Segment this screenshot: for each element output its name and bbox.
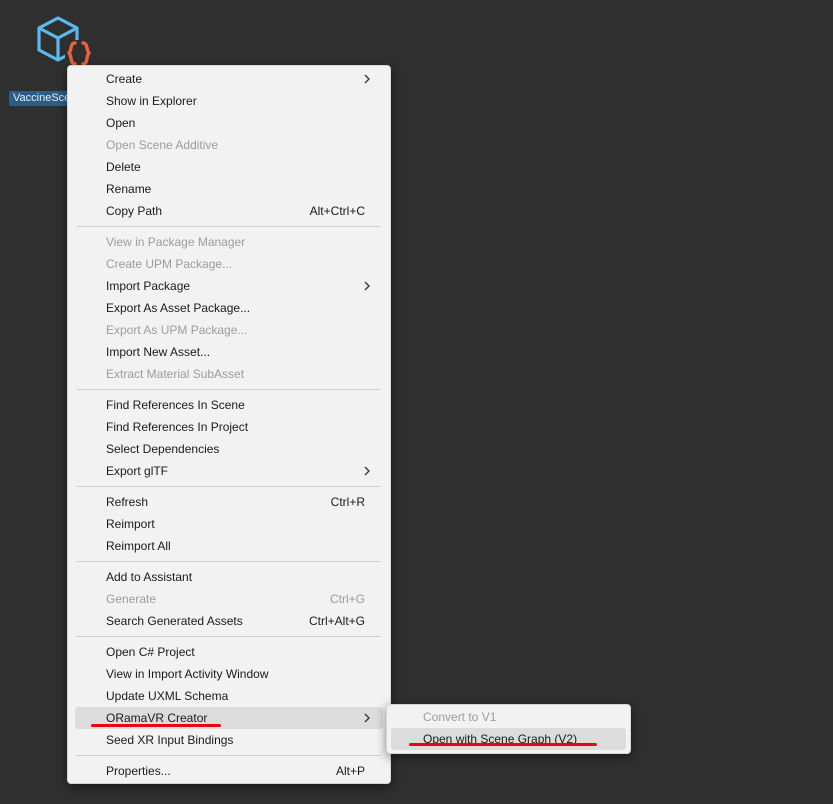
menu-item-reimport-all[interactable]: Reimport All xyxy=(75,535,383,557)
chevron-right-icon xyxy=(364,74,370,84)
menu-item-seed-xr-input-bindings[interactable]: Seed XR Input Bindings xyxy=(75,729,383,751)
menu-item-view-in-import-activity-window[interactable]: View in Import Activity Window xyxy=(75,663,383,685)
menu-item-label: Import New Asset... xyxy=(106,345,211,359)
menu-item-select-dependencies[interactable]: Select Dependencies xyxy=(75,438,383,460)
menu-item-export-as-upm-package: Export As UPM Package... xyxy=(75,319,383,341)
menu-item-open[interactable]: Open xyxy=(75,112,383,134)
menu-item-find-references-in-project[interactable]: Find References In Project xyxy=(75,416,383,438)
menu-separator xyxy=(77,636,381,637)
menu-item-refresh[interactable]: Refresh Ctrl+R xyxy=(75,491,383,513)
menu-item-label: Create UPM Package... xyxy=(106,257,233,271)
context-menu: Create Show in Explorer Open Open Scene Add… xyxy=(67,65,391,784)
menu-item-label: Seed XR Input Bindings xyxy=(106,733,234,747)
asset-name-label: VaccineSce xyxy=(9,91,75,106)
menu-item-add-to-assistant[interactable]: Add to Assistant xyxy=(75,566,383,588)
menu-item-label: Open with Scene Graph (V2) xyxy=(423,732,578,746)
menu-item-find-references-in-scene[interactable]: Find References In Scene xyxy=(75,394,383,416)
menu-item-label: Extract Material SubAsset xyxy=(106,367,245,381)
menu-separator xyxy=(77,486,381,487)
menu-separator xyxy=(77,226,381,227)
menu-item-shortcut: Ctrl+G xyxy=(329,592,365,606)
menu-item-extract-material-subasset: Extract Material SubAsset xyxy=(75,363,383,385)
menu-item-label: Properties... xyxy=(106,764,171,778)
menu-item-open-c-project[interactable]: Open C# Project xyxy=(75,641,383,663)
menu-separator xyxy=(77,389,381,390)
menu-item-show-in-explorer[interactable]: Show in Explorer xyxy=(75,90,383,112)
menu-item-label: Export As UPM Package... xyxy=(106,323,248,337)
menu-item-import-package[interactable]: Import Package xyxy=(75,275,383,297)
menu-item-shortcut: Alt+Ctrl+C xyxy=(309,204,365,218)
menu-item-properties[interactable]: Properties... Alt+P xyxy=(75,760,383,782)
chevron-right-icon xyxy=(364,713,370,723)
menu-item-create-upm-package: Create UPM Package... xyxy=(75,253,383,275)
menu-item-label: Select Dependencies xyxy=(106,442,220,456)
menu-item-label: View in Package Manager xyxy=(106,235,246,249)
menu-item-search-generated-assets[interactable]: Search Generated Assets Ctrl+Alt+G xyxy=(75,610,383,632)
menu-item-import-new-asset[interactable]: Import New Asset... xyxy=(75,341,383,363)
annotation-underline-oramavr xyxy=(91,724,221,727)
menu-item-label: Update UXML Schema xyxy=(106,689,229,703)
menu-item-shortcut: Ctrl+Alt+G xyxy=(308,614,365,628)
menu-item-label: Find References In Project xyxy=(106,420,249,434)
menu-item-label: Add to Assistant xyxy=(106,570,193,584)
menu-item-label: Convert to V1 xyxy=(423,710,497,724)
menu-item-label: Reimport xyxy=(106,517,155,531)
menu-item-label: Create xyxy=(106,72,143,86)
menu-item-label: Delete xyxy=(106,160,141,174)
menu-item-label: Export glTF xyxy=(106,464,169,478)
menu-item-label: Reimport All xyxy=(106,539,171,553)
annotation-underline-open-scene-graph xyxy=(409,743,597,746)
menu-item-label: Find References In Scene xyxy=(106,398,245,412)
menu-item-export-as-asset-package[interactable]: Export As Asset Package... xyxy=(75,297,383,319)
menu-item-shortcut: Alt+P xyxy=(335,764,365,778)
menu-item-copy-path[interactable]: Copy Path Alt+Ctrl+C xyxy=(75,200,383,222)
menu-item-label: Open C# Project xyxy=(106,645,195,659)
menu-item-label: Rename xyxy=(106,182,152,196)
menu-separator xyxy=(77,561,381,562)
chevron-right-icon xyxy=(364,281,370,291)
menu-item-export-gltf[interactable]: Export glTF xyxy=(75,460,383,482)
menu-item-label: Show in Explorer xyxy=(106,94,197,108)
oramavr-creator-submenu: Convert to V1 Open with Scene Graph (V2) xyxy=(386,704,631,754)
menu-item-label: Export As Asset Package... xyxy=(106,301,251,315)
menu-item-generate: Generate Ctrl+G xyxy=(75,588,383,610)
menu-item-label: Search Generated Assets xyxy=(106,614,243,628)
menu-item-label: Open xyxy=(106,116,136,130)
menu-separator xyxy=(77,755,381,756)
menu-item-label: Generate xyxy=(106,592,157,606)
menu-item-delete[interactable]: Delete xyxy=(75,156,383,178)
menu-item-shortcut: Ctrl+R xyxy=(330,495,365,509)
menu-item-view-in-package-manager: View in Package Manager xyxy=(75,231,383,253)
chevron-right-icon xyxy=(364,466,370,476)
menu-item-update-uxml-schema[interactable]: Update UXML Schema xyxy=(75,685,383,707)
menu-item-label: Copy Path xyxy=(106,204,163,218)
menu-item-label: Import Package xyxy=(106,279,191,293)
menu-item-open-with-scene-graph-v2[interactable]: Open with Scene Graph (V2) xyxy=(391,728,626,750)
menu-item-convert-to-v1: Convert to V1 xyxy=(391,706,626,728)
menu-item-label: View in Import Activity Window xyxy=(106,667,269,681)
menu-item-open-scene-additive: Open Scene Additive xyxy=(75,134,383,156)
menu-item-rename[interactable]: Rename xyxy=(75,178,383,200)
menu-item-reimport[interactable]: Reimport xyxy=(75,513,383,535)
menu-item-create[interactable]: Create xyxy=(75,68,383,90)
menu-item-label: Refresh xyxy=(106,495,149,509)
menu-item-label: Open Scene Additive xyxy=(106,138,219,152)
